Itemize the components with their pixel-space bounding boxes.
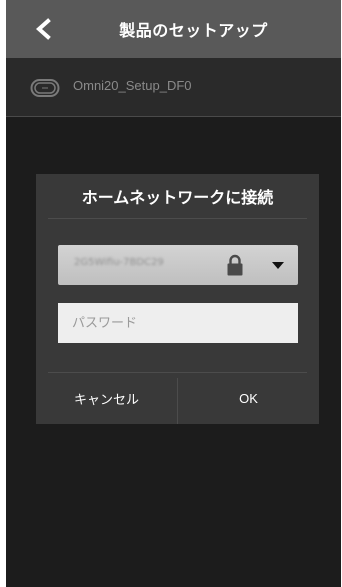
device-list-item[interactable]: Omni20_Setup_DF0 <box>6 58 341 117</box>
chevron-left-icon <box>35 18 51 40</box>
selected-network-name: 2G5Wifiu-7BDC29 <box>74 257 164 268</box>
app-screen: 製品のセットアップ Omni20_Setup_DF0 ホームネットワークに接続 … <box>6 0 341 587</box>
page-title: 製品のセットアップ <box>119 21 268 40</box>
cancel-button[interactable]: キャンセル <box>36 373 177 424</box>
device-name: Omni20_Setup_DF0 <box>73 78 192 93</box>
password-input[interactable] <box>58 303 298 343</box>
title-bar: 製品のセットアップ <box>6 0 341 58</box>
connect-network-dialog: ホームネットワークに接続 2G5Wifiu-7BDC29 キャンセル OK <box>36 174 319 424</box>
ok-button[interactable]: OK <box>178 373 319 424</box>
device-pill-icon <box>30 79 60 97</box>
caret-down-icon[interactable] <box>271 260 285 270</box>
network-select[interactable]: 2G5Wifiu-7BDC29 <box>58 245 298 285</box>
lock-icon <box>227 254 243 276</box>
divider <box>48 218 307 219</box>
dialog-title: ホームネットワークに接続 <box>81 188 274 207</box>
back-button[interactable] <box>24 12 64 46</box>
